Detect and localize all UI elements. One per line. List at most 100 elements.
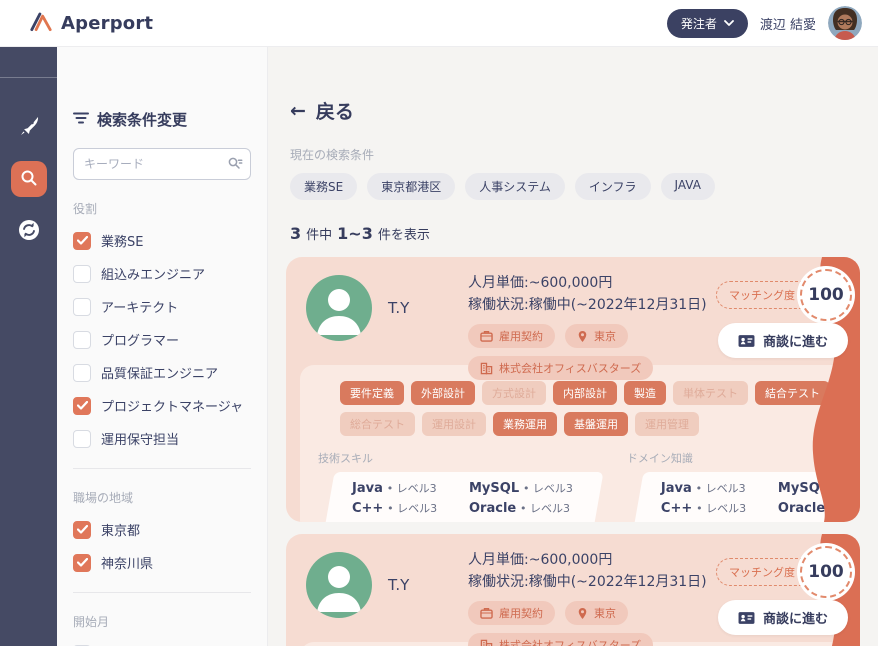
company-tag: 株式会社オフィスバスターズ <box>468 633 654 646</box>
filter-option-label: アーキテクト <box>101 301 179 316</box>
building-icon <box>480 639 493 646</box>
checkbox[interactable] <box>73 396 91 415</box>
skill-name: Java <box>660 481 692 496</box>
condition-tag: 人事システム <box>465 173 565 200</box>
skill-level: • レベル3 <box>696 502 747 515</box>
back-button[interactable]: ← 戻る <box>290 97 354 124</box>
phase-tag: 内部設計 <box>553 381 617 405</box>
results-main: ← 戻る 現在の検索条件 業務SE 東京都港区 人事システム インフラ JAVA… <box>268 47 878 646</box>
search-icon <box>20 169 38 190</box>
result-summary: 3 件中 1~3 件を表示 <box>290 224 860 243</box>
header-right: 発注者 渡辺 結愛 <box>666 6 862 40</box>
candidate-name: T.Y <box>388 299 410 317</box>
matching-score-badge: マッチング度 100 <box>716 269 852 321</box>
filter-option[interactable]: 運用保守担当 <box>73 429 251 448</box>
skill-level: • レベル3 <box>387 502 438 515</box>
candidate-tag: 東京 <box>565 601 628 626</box>
skill-item: Java • レベル3 <box>352 480 439 496</box>
checkbox[interactable] <box>73 363 91 382</box>
candidate-name: T.Y <box>388 576 410 594</box>
checkbox[interactable] <box>73 231 91 250</box>
checkbox[interactable] <box>73 264 91 283</box>
candidate-card: 要件定義 外部設計 方式設計 内部設計 製造 単体テスト <box>286 534 860 646</box>
filter-option-label: 組込みエンジニア <box>101 268 206 283</box>
skill-name: C++ <box>352 501 384 516</box>
skill-panel: Java • レベル3 MySQL • レベル3 C++ • レベル3 Orac… <box>328 472 597 522</box>
id-card-icon <box>738 334 755 347</box>
skill-name: Java <box>352 481 383 496</box>
candidate-avatar <box>306 275 372 341</box>
skill-panel: Java • レベル3 MySQL • レベル3 C++ • レベル3 Orac… <box>637 472 860 522</box>
result-total-unit: 件中 <box>306 228 333 243</box>
checkbox[interactable] <box>73 297 91 316</box>
keyword-input[interactable] <box>73 148 251 180</box>
person-icon <box>317 289 361 335</box>
icon-rail <box>0 47 57 646</box>
checkbox[interactable] <box>73 553 91 572</box>
proceed-to-deal-button[interactable]: 商談に進む <box>717 600 848 635</box>
role-selector[interactable]: 発注者 <box>666 8 748 38</box>
filter-option-label: 東京都 <box>101 524 141 539</box>
skill-item: Oracle • レベル3 <box>778 500 860 516</box>
filter-option-label: プログラマー <box>101 334 180 349</box>
filter-option[interactable]: 東京都 <box>73 520 251 539</box>
checkbox[interactable] <box>73 330 91 349</box>
skill-group-title: 技術スキル <box>318 452 373 465</box>
candidate-tag-label: 東京 <box>594 330 616 344</box>
filter-option-label: 運用保守担当 <box>101 433 180 448</box>
candidate-tag: 雇用契約 <box>468 324 555 349</box>
rocket-nav-button[interactable] <box>17 114 41 141</box>
skill-group-title: ドメイン知識 <box>626 452 693 465</box>
phase-tag: 単体テスト <box>673 381 748 405</box>
matching-score: 100 <box>800 269 852 321</box>
phase-tag: 外部設計 <box>411 381 475 405</box>
skill-name: Oracle <box>469 501 517 516</box>
skill-item: AWS • レベル3 <box>661 520 748 522</box>
filter-option[interactable]: プログラマー <box>73 330 251 349</box>
skill-name: AWS <box>661 521 694 522</box>
result-total: 3 <box>290 224 302 243</box>
company-row: 株式会社オフィスバスターズ <box>468 633 707 646</box>
filter-option[interactable]: 神奈川県 <box>73 553 251 572</box>
checkbox[interactable] <box>73 429 91 448</box>
phase-tag: 運用管理 <box>635 412 699 436</box>
filter-options: 業務SE 組込みエンジニア アーキテクト プログラマー 品質保証エンジニア プロ… <box>73 231 251 448</box>
filter-option[interactable]: 組込みエンジニア <box>73 264 251 283</box>
candidate-tag-label: 東京 <box>594 607 616 621</box>
filter-option[interactable]: 業務SE <box>73 231 251 250</box>
filter-option[interactable]: プロジェクトマネージャ <box>73 396 251 415</box>
search-nav-button[interactable] <box>10 161 47 197</box>
proceed-button-label: 商談に進む <box>762 612 828 627</box>
condition-tag: 業務SE <box>290 173 358 200</box>
sync-nav-button[interactable] <box>18 219 40 244</box>
skill-level: • レベル3 <box>831 482 860 495</box>
filter-option[interactable]: アーキテクト <box>73 297 251 316</box>
filter-options: 東京都 神奈川県 <box>73 520 251 572</box>
company-name: 株式会社オフィスバスターズ <box>499 362 642 376</box>
company-name: 株式会社オフィスバスターズ <box>499 639 642 646</box>
skill-name: MySQL <box>777 481 829 496</box>
filter-option[interactable]: 品質保証エンジニア <box>73 363 251 382</box>
skill-name: C++ <box>660 501 693 516</box>
filter-section: 役割 業務SE 組込みエンジニア アーキテクト プログラマー 品質保証エンジニア… <box>73 200 251 469</box>
phase-tag: 基盤運用 <box>564 412 628 436</box>
user-avatar[interactable] <box>828 6 862 40</box>
candidate-card: 要件定義 外部設計 方式設計 内部設計 製造 単体テスト <box>286 257 860 522</box>
candidate-avatar <box>306 552 372 618</box>
checkbox[interactable] <box>73 520 91 539</box>
role-selector-label: 発注者 <box>680 16 717 31</box>
proceed-button-label: 商談に進む <box>762 335 828 350</box>
skill-name: Oracle <box>777 501 826 516</box>
back-label: 戻る <box>315 101 354 123</box>
skill-level: • レベル3 <box>828 502 860 515</box>
skill-name: MySQL <box>469 481 520 496</box>
skill-level: • レベル3 <box>386 482 437 495</box>
candidate-info: 人月単価:~600,000円 稼働状況:稼働中(~2022年12月31日) 雇用… <box>468 273 707 381</box>
skill-level: • レベル3 <box>520 502 571 515</box>
skill-level: • レベル3 <box>522 482 573 495</box>
condition-tag: インフラ <box>574 173 651 200</box>
proceed-to-deal-button[interactable]: 商談に進む <box>717 323 848 358</box>
skill-level: • レベル3 <box>695 482 746 495</box>
card-detail-sheet: 要件定義 外部設計 方式設計 内部設計 製造 単体テスト <box>300 365 860 522</box>
skill-item: GCP • レベル3 <box>778 520 860 522</box>
